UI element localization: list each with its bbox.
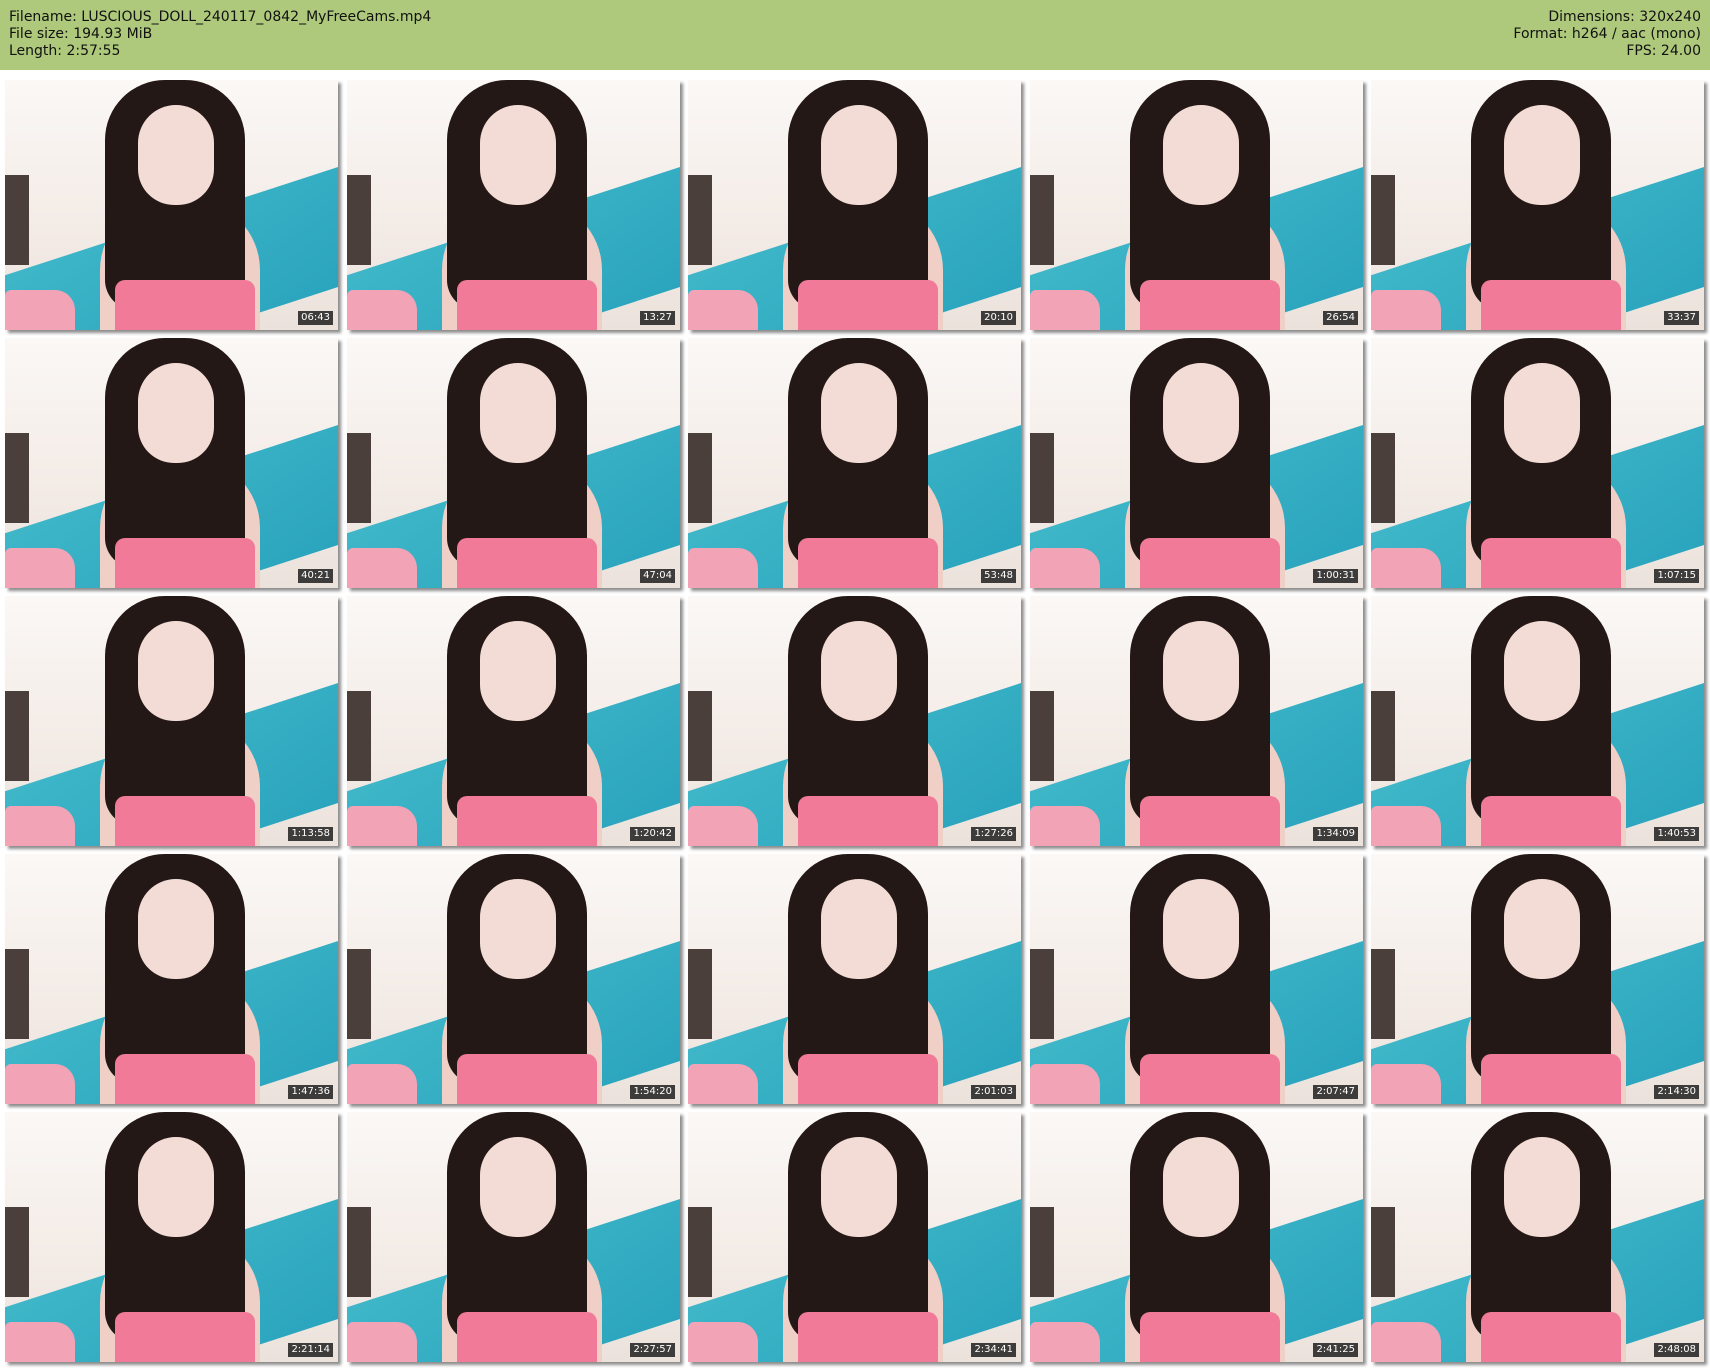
video-thumbnail[interactable]: 2:14:30 (1371, 854, 1704, 1104)
video-thumbnail[interactable]: 40:21 (5, 338, 338, 588)
thumbnail-image (347, 338, 680, 588)
thumbnail-image (1030, 80, 1363, 330)
thumbnail-image (1371, 596, 1704, 846)
video-thumbnail[interactable]: 1:13:58 (5, 596, 338, 846)
thumbnail-timestamp: 20:10 (981, 311, 1016, 325)
thumbnail-image (5, 1112, 338, 1362)
video-thumbnail[interactable]: 1:27:26 (688, 596, 1021, 846)
video-thumbnail[interactable]: 2:34:41 (688, 1112, 1021, 1362)
thumbnail-timestamp: 1:00:31 (1313, 569, 1358, 583)
thumbnail-image (688, 596, 1021, 846)
dimensions-text: Dimensions: 320x240 (1548, 9, 1701, 25)
thumbnail-image (1030, 338, 1363, 588)
thumbnail-timestamp: 53:48 (981, 569, 1016, 583)
thumbnail-timestamp: 1:40:53 (1654, 827, 1699, 841)
format-text: Format: h264 / aac (mono) (1513, 26, 1701, 42)
thumbnail-timestamp: 2:27:57 (630, 1343, 675, 1357)
filename-text: Filename: LUSCIOUS_DOLL_240117_0842_MyFr… (9, 9, 432, 25)
video-thumbnail[interactable]: 2:01:03 (688, 854, 1021, 1104)
video-thumbnail[interactable]: 1:07:15 (1371, 338, 1704, 588)
thumbnail-image (688, 854, 1021, 1104)
thumbnail-image (688, 80, 1021, 330)
thumbnail-timestamp: 2:07:47 (1313, 1085, 1358, 1099)
thumbnail-timestamp: 1:34:09 (1313, 827, 1358, 841)
file-info-left: Filename: LUSCIOUS_DOLL_240117_0842_MyFr… (9, 9, 431, 60)
video-thumbnail[interactable]: 1:54:20 (347, 854, 680, 1104)
thumbnail-image (5, 854, 338, 1104)
video-thumbnail[interactable]: 53:48 (688, 338, 1021, 588)
thumbnail-image (347, 854, 680, 1104)
thumbnail-image (1030, 596, 1363, 846)
video-thumbnail[interactable]: 33:37 (1371, 80, 1704, 330)
thumbnail-image (347, 80, 680, 330)
thumbnail-image (1030, 854, 1363, 1104)
video-thumbnail[interactable]: 47:04 (347, 338, 680, 588)
video-thumbnail[interactable]: 1:40:53 (1371, 596, 1704, 846)
thumbnail-timestamp: 1:47:36 (288, 1085, 333, 1099)
video-thumbnail[interactable]: 1:34:09 (1030, 596, 1363, 846)
thumbnail-timestamp: 1:20:42 (630, 827, 675, 841)
thumbnail-timestamp: 47:04 (640, 569, 675, 583)
thumbnail-image (1371, 854, 1704, 1104)
thumbnail-image (688, 338, 1021, 588)
thumbnail-timestamp: 13:27 (640, 311, 675, 325)
thumbnail-timestamp: 2:14:30 (1654, 1085, 1699, 1099)
thumbnail-timestamp: 26:54 (1323, 311, 1358, 325)
file-info-right: Dimensions: 320x240 Format: h264 / aac (… (1513, 9, 1701, 60)
video-thumbnail[interactable]: 20:10 (688, 80, 1021, 330)
thumbnail-timestamp: 1:07:15 (1654, 569, 1699, 583)
video-thumbnail[interactable]: 2:21:14 (5, 1112, 338, 1362)
video-thumbnail[interactable]: 2:41:25 (1030, 1112, 1363, 1362)
thumbnail-image (5, 596, 338, 846)
thumbnail-timestamp: 40:21 (298, 569, 333, 583)
thumbnail-timestamp: 1:27:26 (971, 827, 1016, 841)
video-thumbnail[interactable]: 1:47:36 (5, 854, 338, 1104)
video-thumbnail[interactable]: 2:48:08 (1371, 1112, 1704, 1362)
thumbnail-image (5, 80, 338, 330)
thumbnail-image (1371, 80, 1704, 330)
thumbnail-timestamp: 1:13:58 (288, 827, 333, 841)
fps-text: FPS: 24.00 (1626, 43, 1701, 59)
filesize-text: File size: 194.93 MiB (9, 26, 153, 42)
thumbnail-image (1371, 1112, 1704, 1362)
video-thumbnail[interactable]: 1:20:42 (347, 596, 680, 846)
video-thumbnail[interactable]: 2:27:57 (347, 1112, 680, 1362)
thumbnail-image (688, 1112, 1021, 1362)
thumbnail-timestamp: 06:43 (298, 311, 333, 325)
thumbnail-image (347, 596, 680, 846)
info-header: Filename: LUSCIOUS_DOLL_240117_0842_MyFr… (0, 0, 1710, 70)
thumbnail-image (5, 338, 338, 588)
thumbnail-timestamp: 2:41:25 (1313, 1343, 1358, 1357)
thumbnail-image (1030, 1112, 1363, 1362)
thumbnail-timestamp: 1:54:20 (630, 1085, 675, 1099)
length-text: Length: 2:57:55 (9, 43, 121, 59)
video-thumbnail[interactable]: 2:07:47 (1030, 854, 1363, 1104)
thumbnail-timestamp: 2:48:08 (1654, 1343, 1699, 1357)
thumbnail-timestamp: 2:01:03 (971, 1085, 1016, 1099)
thumbnail-image (347, 1112, 680, 1362)
thumbnail-timestamp: 2:34:41 (971, 1343, 1016, 1357)
thumbnail-timestamp: 33:37 (1664, 311, 1699, 325)
video-thumbnail[interactable]: 06:43 (5, 80, 338, 330)
video-thumbnail[interactable]: 26:54 (1030, 80, 1363, 330)
video-thumbnail[interactable]: 13:27 (347, 80, 680, 330)
video-thumbnail[interactable]: 1:00:31 (1030, 338, 1363, 588)
thumbnail-image (1371, 338, 1704, 588)
thumbnail-timestamp: 2:21:14 (288, 1343, 333, 1357)
